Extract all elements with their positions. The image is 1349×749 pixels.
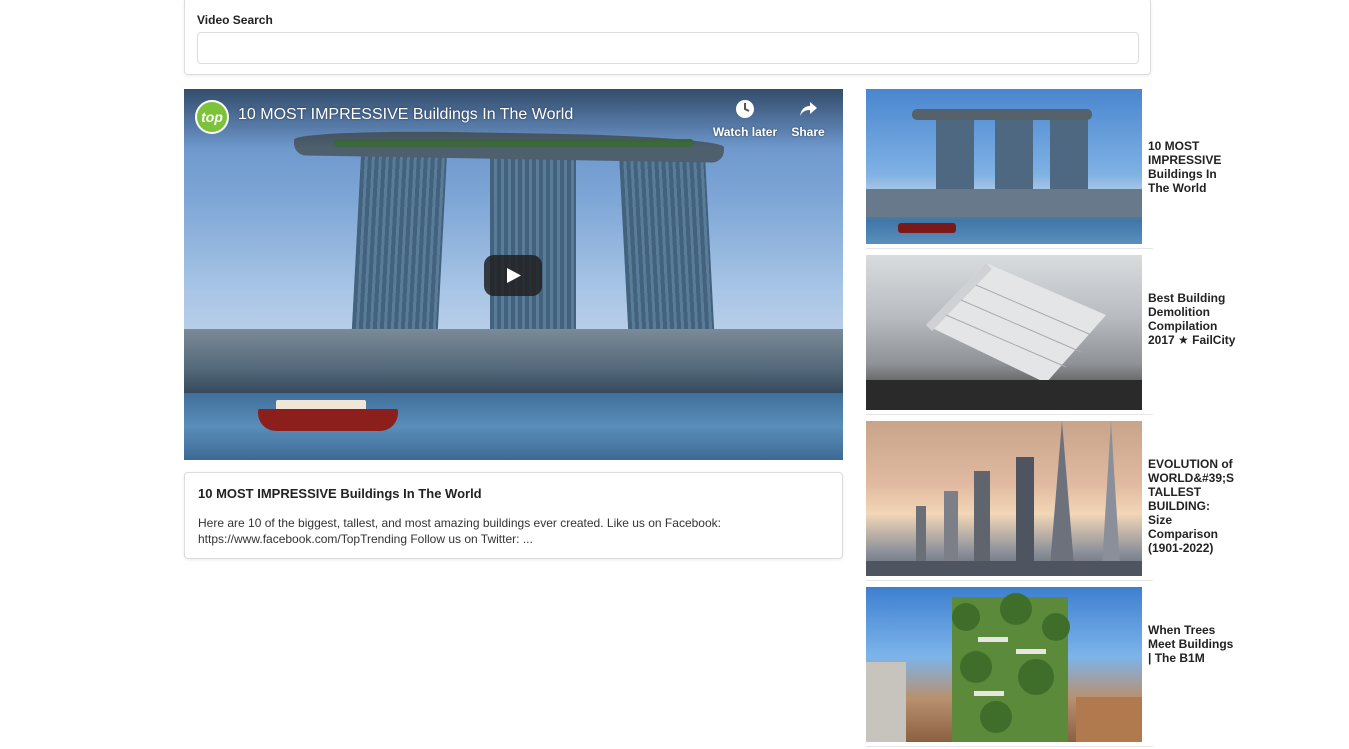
related-video-title[interactable]: EVOLUTION of WORLD&#39;S TALLEST BUILDIN… [1148, 457, 1236, 555]
related-video-item[interactable]: 10 MOST IMPRESSIVE Buildings In The Worl… [866, 89, 1221, 249]
divider [866, 746, 1153, 747]
share-button[interactable]: Share [788, 99, 828, 139]
share-arrow-icon [788, 99, 828, 123]
divider [866, 414, 1153, 415]
related-video-item[interactable]: Best Building Demolition Compilation 201… [866, 255, 1235, 415]
share-label: Share [791, 125, 825, 139]
clock-icon [710, 99, 780, 123]
related-video-title[interactable]: When Trees Meet Buildings | The B1M [1148, 623, 1236, 665]
video-frame-mall [184, 329, 843, 395]
related-video-thumbnail[interactable] [866, 255, 1142, 410]
related-video-thumbnail[interactable] [866, 89, 1142, 244]
description-text: Here are 10 of the biggest, tallest, and… [198, 516, 721, 546]
video-frame-tower [619, 155, 715, 345]
related-video-title[interactable]: 10 MOST IMPRESSIVE Buildings In The Worl… [1148, 139, 1236, 195]
watch-later-label: Watch later [712, 125, 778, 139]
search-input[interactable] [197, 32, 1139, 64]
related-video-item[interactable]: When Trees Meet Buildings | The B1M [866, 587, 1233, 747]
related-video-title[interactable]: Best Building Demolition Compilation 201… [1148, 291, 1236, 347]
divider [866, 580, 1153, 581]
video-frame-tower [351, 155, 447, 345]
video-search-card: Video Search [184, 0, 1151, 75]
play-icon [507, 268, 521, 283]
divider [866, 248, 1153, 249]
video-description-card: 10 MOST IMPRESSIVE Buildings In The Worl… [184, 472, 843, 559]
channel-logo[interactable]: top [195, 100, 229, 134]
related-video-thumbnail[interactable] [866, 421, 1142, 576]
description-title: 10 MOST IMPRESSIVE Buildings In The Worl… [198, 486, 482, 501]
video-player[interactable]: top 10 MOST IMPRESSIVE Buildings In The … [184, 89, 843, 460]
related-video-item[interactable]: EVOLUTION of WORLD&#39;S TALLEST BUILDIN… [866, 421, 1234, 581]
play-button[interactable] [484, 255, 542, 296]
related-video-thumbnail[interactable] [866, 587, 1142, 742]
video-title-link[interactable]: 10 MOST IMPRESSIVE Buildings In The Worl… [238, 106, 573, 124]
watch-later-button[interactable]: Watch later [710, 99, 780, 139]
video-frame-boat [258, 409, 398, 431]
video-frame-tower [490, 155, 576, 345]
search-label: Video Search [197, 13, 273, 27]
